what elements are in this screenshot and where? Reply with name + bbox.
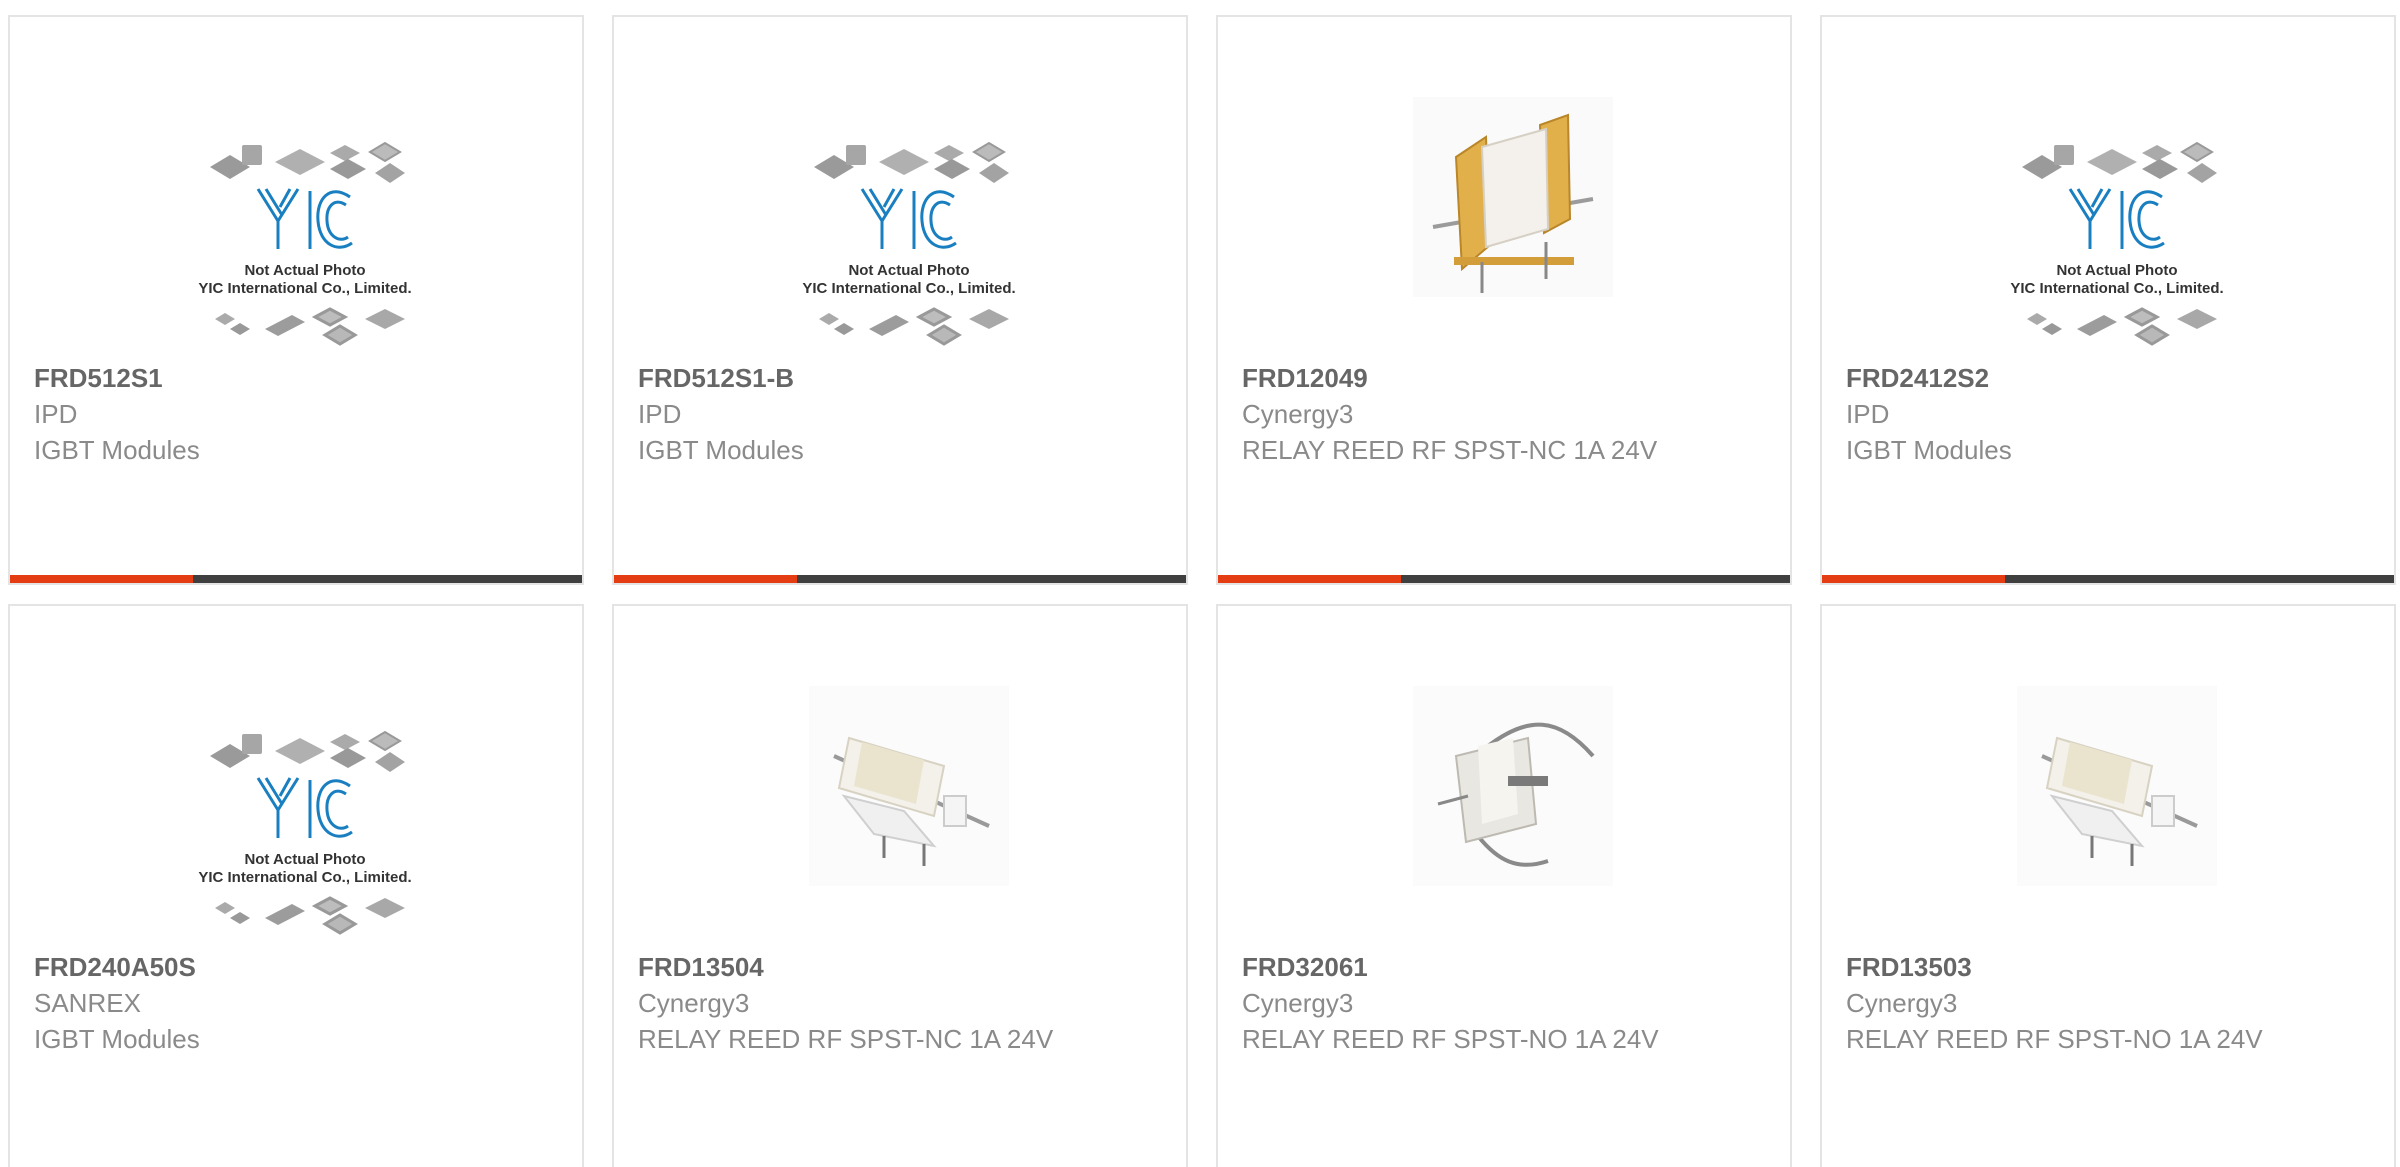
manufacturer: Cynergy3 <box>1242 399 1354 429</box>
card-footer-bar <box>10 575 582 583</box>
description: RELAY REED RF SPST-NC 1A 24V <box>1242 435 1658 465</box>
description: RELAY REED RF SPST-NO 1A 24V <box>1242 1024 1659 1054</box>
svg-text:YIC International Co., Limited: YIC International Co., Limited. <box>2010 280 2223 297</box>
product-card[interactable]: FRD32061 Cynergy3 RELAY REED RF SPST-NO … <box>1216 604 1792 1167</box>
card-footer-accent <box>1822 575 2005 583</box>
product-card[interactable]: FRD13503 Cynergy3 RELAY REED RF SPST-NO … <box>1820 604 2396 1167</box>
product-image-placeholder: Not Actual Photo YIC International Co., … <box>802 142 1016 346</box>
svg-text:Not Actual Photo: Not Actual Photo <box>244 851 365 868</box>
product-card[interactable]: Not Actual Photo YIC International Co., … <box>612 15 1188 585</box>
card-footer-accent <box>1218 575 1401 583</box>
product-grid: Not Actual Photo YIC International Co., … <box>0 0 2400 1167</box>
part-number[interactable]: FRD13504 <box>638 949 1138 985</box>
description: RELAY REED RF SPST-NO 1A 24V <box>1846 1024 2263 1054</box>
svg-text:YIC International Co., Limited: YIC International Co., Limited. <box>198 869 411 886</box>
relay-photo <box>809 686 1009 886</box>
card-footer-bar <box>1218 575 1790 583</box>
relay-photo <box>1413 97 1613 297</box>
part-number[interactable]: FRD512S1 <box>34 360 534 396</box>
part-number[interactable]: FRD13503 <box>1846 949 2346 985</box>
svg-text:Not Actual Photo: Not Actual Photo <box>244 262 365 279</box>
manufacturer: Cynergy3 <box>1242 988 1354 1018</box>
relay-photo <box>2017 686 2217 886</box>
part-number[interactable]: FRD240A50S <box>34 949 534 985</box>
manufacturer: Cynergy3 <box>1846 988 1958 1018</box>
yic-logo-icon <box>256 188 353 249</box>
product-card[interactable]: Not Actual Photo YIC International Co., … <box>8 15 584 585</box>
manufacturer: IPD <box>1846 399 1890 429</box>
yic-logo-icon <box>256 777 353 838</box>
product-image-placeholder: Not Actual Photo YIC International Co., … <box>198 731 412 935</box>
product-card[interactable]: FRD13504 Cynergy3 RELAY REED RF SPST-NC … <box>612 604 1188 1167</box>
yic-logo-icon <box>860 188 957 249</box>
manufacturer: Cynergy3 <box>638 988 750 1018</box>
manufacturer: IPD <box>638 399 682 429</box>
description: IGBT Modules <box>638 435 804 465</box>
manufacturer: IPD <box>34 399 78 429</box>
product-image-placeholder: Not Actual Photo YIC International Co., … <box>2010 142 2224 346</box>
part-number[interactable]: FRD512S1-B <box>638 360 1138 396</box>
description: IGBT Modules <box>34 435 200 465</box>
part-number[interactable]: FRD32061 <box>1242 949 1742 985</box>
card-footer-accent <box>614 575 797 583</box>
part-number[interactable]: FRD12049 <box>1242 360 1742 396</box>
product-card[interactable]: Not Actual Photo YIC International Co., … <box>8 604 584 1167</box>
card-footer-bar <box>1822 575 2394 583</box>
product-card[interactable]: Not Actual Photo YIC International Co., … <box>1820 15 2396 585</box>
part-number[interactable]: FRD2412S2 <box>1846 360 2346 396</box>
product-card[interactable]: FRD12049 Cynergy3 RELAY REED RF SPST-NC … <box>1216 15 1792 585</box>
yic-logo-icon <box>2068 188 2165 249</box>
description: RELAY REED RF SPST-NC 1A 24V <box>638 1024 1054 1054</box>
svg-text:YIC International Co., Limited: YIC International Co., Limited. <box>802 280 1015 297</box>
relay-photo <box>1413 686 1613 886</box>
card-footer-accent <box>10 575 193 583</box>
description: IGBT Modules <box>1846 435 2012 465</box>
description: IGBT Modules <box>34 1024 200 1054</box>
svg-text:Not Actual Photo: Not Actual Photo <box>2056 262 2177 279</box>
product-image-placeholder: Not Actual Photo YIC International Co., … <box>198 142 412 346</box>
svg-text:Not Actual Photo: Not Actual Photo <box>848 262 969 279</box>
manufacturer: SANREX <box>34 988 141 1018</box>
svg-text:YIC International Co., Limited: YIC International Co., Limited. <box>198 280 411 297</box>
card-footer-bar <box>614 575 1186 583</box>
